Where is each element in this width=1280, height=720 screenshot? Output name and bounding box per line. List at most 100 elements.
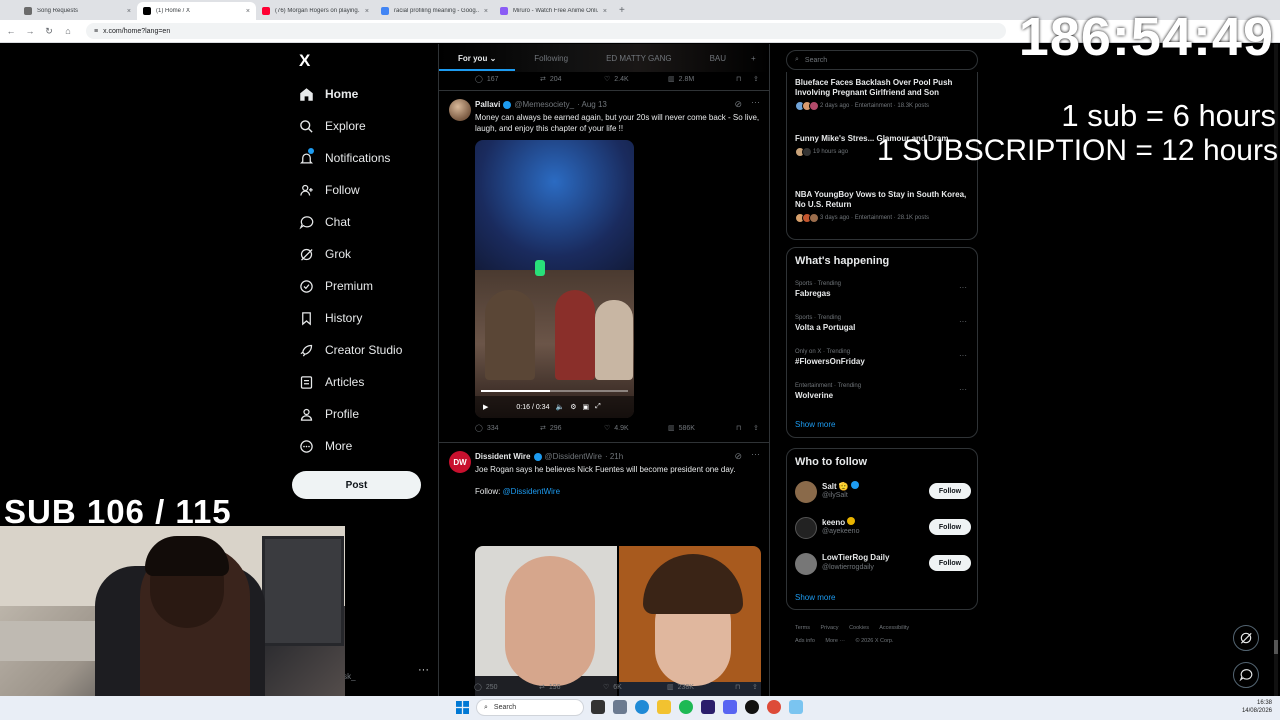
trend-item[interactable]: Sports · Trending Fabregas ···	[795, 281, 971, 298]
follow-suggestion[interactable]: LowTierRog Daily @lowtierrogdaily Follow	[795, 551, 971, 577]
reply-button[interactable]: ◯ 250	[474, 683, 539, 692]
tab-ed-matty-gang[interactable]: ED MATTY GANG	[587, 54, 691, 63]
browser-tab-youtube[interactable]: (76) Morgan Rogers on playing... ×	[256, 2, 375, 20]
close-tab-icon[interactable]: ×	[603, 8, 607, 15]
sidebar-item-explore[interactable]: Explore	[298, 110, 402, 142]
footer-link-terms[interactable]: Terms	[795, 625, 810, 631]
edge-icon[interactable]	[635, 700, 649, 714]
footer-link-ads-info[interactable]: Ads info	[795, 638, 815, 644]
sidebar-item-home[interactable]: Home	[298, 78, 402, 110]
post-button[interactable]: Post	[292, 471, 421, 499]
show-more-link[interactable]: Show more	[795, 420, 835, 429]
more-options-icon[interactable]: ···	[751, 97, 760, 107]
share-button[interactable]: ⇪	[752, 683, 758, 691]
taskbar-search[interactable]: ⌕ Search	[476, 699, 584, 716]
tab-following[interactable]: Following	[515, 54, 587, 63]
share-button[interactable]: ⇪	[753, 75, 759, 83]
tab-for-you[interactable]: For you ⌄	[439, 54, 516, 71]
taskbar-clock[interactable]: 16:38 14/08/2026	[1242, 699, 1272, 715]
bookmark-button[interactable]: ⊓	[736, 75, 753, 83]
tweet-video[interactable]: ▶ 0:16 / 0:34 🔈 ⚙ ▣ ⤢	[475, 140, 634, 418]
mention-link[interactable]: @DissidentWire	[503, 487, 560, 496]
author-handle[interactable]: @DissidentWire	[545, 452, 602, 461]
more-options-icon[interactable]: ···	[959, 317, 967, 326]
fullscreen-icon[interactable]: ⤢	[595, 403, 601, 411]
share-button[interactable]: ⇪	[753, 424, 759, 432]
sidebar-item-notifications[interactable]: Notifications	[298, 142, 402, 174]
volume-icon[interactable]: 🔈	[555, 403, 564, 411]
scrollbar-thumb[interactable]	[1274, 640, 1278, 654]
follow-button[interactable]: Follow	[929, 519, 971, 535]
search-input[interactable]: ⌕ Search	[786, 50, 978, 70]
tweet-image[interactable]	[619, 546, 761, 696]
video-progress-bar[interactable]	[481, 390, 628, 392]
back-arrow-icon[interactable]: ←	[6, 26, 16, 36]
sidebar-item-articles[interactable]: Articles	[298, 366, 402, 398]
new-tab-button[interactable]: +	[619, 2, 625, 20]
browser-tab-song-requests[interactable]: Song Requests ×	[18, 2, 137, 20]
grok-icon[interactable]: ⊘	[734, 451, 742, 462]
show-more-link[interactable]: Show more	[795, 593, 835, 602]
play-icon[interactable]: ▶	[483, 403, 488, 411]
avatar[interactable]	[449, 99, 471, 121]
repost-button[interactable]: ⇄ 296	[540, 424, 604, 433]
reply-button[interactable]: ◯ 167	[475, 75, 540, 84]
account-more-icon[interactable]: ···	[418, 664, 429, 676]
footer-link-more[interactable]: More ···	[825, 638, 845, 644]
chrome-icon[interactable]	[767, 700, 781, 714]
tweet-time[interactable]: · Aug 13	[577, 100, 607, 109]
news-item[interactable]: Blueface Faces Backlash Over Pool Push I…	[795, 78, 971, 111]
follow-button[interactable]: Follow	[929, 555, 971, 571]
browser-tab-home-x[interactable]: (1) Home / X ×	[137, 2, 256, 20]
close-tab-icon[interactable]: ×	[365, 8, 369, 15]
author-handle[interactable]: @Memesociety_	[514, 100, 574, 109]
grok-floating-button[interactable]	[1233, 625, 1259, 651]
author-name[interactable]: Pallavi	[475, 100, 500, 109]
trend-item[interactable]: Entertainment · Trending Wolverine ···	[795, 383, 971, 400]
spotify-icon[interactable]	[679, 700, 693, 714]
bookmark-button[interactable]: ⊓	[736, 424, 753, 432]
reply-button[interactable]: ◯ 334	[475, 424, 540, 433]
forward-arrow-icon[interactable]: →	[25, 26, 35, 36]
discord-icon[interactable]	[723, 700, 737, 714]
settings-app-icon[interactable]	[613, 700, 627, 714]
follow-button[interactable]: Follow	[929, 483, 971, 499]
more-options-icon[interactable]: ···	[959, 283, 967, 292]
like-button[interactable]: ♡ 2.4K	[604, 75, 668, 84]
tab-bau[interactable]: BAU	[691, 54, 745, 63]
settings-icon[interactable]: ⚙	[570, 403, 576, 411]
trend-item[interactable]: Only on X · Trending #FlowersOnFriday ··…	[795, 349, 971, 366]
views-button[interactable]: ▥ 238K	[667, 683, 735, 692]
tweet-dissident-wire[interactable]: DW Dissident Wire @DissidentWire · 21h ⊘…	[439, 444, 769, 696]
messages-floating-button[interactable]	[1233, 662, 1259, 688]
app-icon[interactable]	[789, 700, 803, 714]
tweet-time[interactable]: · 21h	[605, 452, 623, 461]
avatar[interactable]	[795, 517, 817, 539]
address-bar[interactable]: ≡ x.com/home?lang=en	[86, 23, 1006, 39]
add-tab-button[interactable]: +	[745, 54, 756, 63]
sidebar-item-creator-studio[interactable]: Creator Studio	[298, 334, 402, 366]
follow-suggestion[interactable]: Salt 🫡 @ilySalt Follow	[795, 479, 971, 505]
pip-icon[interactable]: ▣	[582, 403, 589, 411]
avatar[interactable]: DW	[449, 451, 471, 473]
sidebar-item-history[interactable]: History	[298, 302, 402, 334]
more-options-icon[interactable]: ···	[959, 385, 967, 394]
views-button[interactable]: ▥ 2.8M	[668, 75, 736, 84]
more-options-icon[interactable]: ···	[959, 351, 967, 360]
avatar[interactable]	[795, 553, 817, 575]
x-logo[interactable]: X	[299, 51, 310, 71]
bookmark-button[interactable]: ⊓	[735, 683, 752, 691]
browser-tab-miruro[interactable]: Miruro - Watch Free Anime Onli... ×	[494, 2, 613, 20]
tweet-pallavi[interactable]: Pallavi @Memesociety_ · Aug 13 ⊘ ··· Mon…	[439, 91, 769, 443]
obs-icon[interactable]	[745, 700, 759, 714]
footer-link-cookies[interactable]: Cookies	[849, 625, 869, 631]
news-item[interactable]: NBA YoungBoy Vows to Stay in South Korea…	[795, 190, 971, 223]
close-tab-icon[interactable]: ×	[484, 8, 488, 15]
repost-button[interactable]: ⇄ 196	[539, 683, 603, 692]
windows-start-icon[interactable]	[456, 701, 469, 714]
browser-tab-google[interactable]: racial profiling meaning - Goog... ×	[375, 2, 494, 20]
close-tab-icon[interactable]: ×	[127, 8, 131, 15]
more-options-icon[interactable]: ···	[751, 449, 760, 459]
author-name[interactable]: Dissident Wire	[475, 452, 531, 461]
task-view-icon[interactable]	[591, 700, 605, 714]
